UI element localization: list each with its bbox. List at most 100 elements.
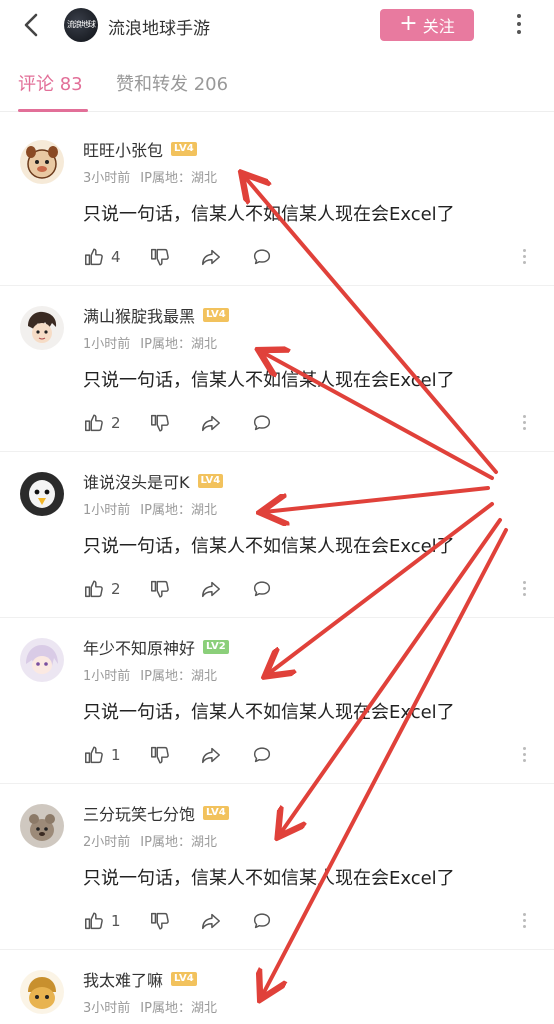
username-text[interactable]: 我太难了嘛 [83,967,163,991]
comment-actions: 1 [83,908,533,934]
dislike-button[interactable] [149,908,171,934]
comment-meta: 1小时前 IP属地：湖北 [83,333,217,352]
username-text[interactable]: 年少不知原神好 [83,635,195,659]
share-icon [202,581,220,598]
comment-meta: 2小时前 IP属地：湖北 [83,831,217,850]
level-badge: LV4 [203,806,229,820]
level-badge: LV4 [197,474,224,488]
ip-location: IP属地：湖北 [140,1001,217,1016]
reply-button[interactable] [251,410,273,436]
follow-button[interactable]: + 关注 [380,9,474,41]
level-badge: LV4 [171,142,197,156]
logo-text: 流浪地球 [67,20,96,29]
reply-button[interactable] [251,908,273,934]
thumb-down-icon [151,580,169,598]
share-icon [202,913,220,930]
reply-button[interactable] [251,742,273,768]
thumb-down-icon [151,912,169,930]
reply-button[interactable] [251,576,273,602]
avatar[interactable] [20,804,64,848]
more-vertical-icon[interactable] [512,11,526,39]
timestamp: 1小时前 [83,503,131,518]
share-icon [202,415,220,432]
comment-text: 只说一句话，信某人不如信某人现在会Excel了 [83,370,455,391]
like-count: 1 [111,912,121,930]
avatar[interactable] [20,472,64,516]
thumb-down-icon [151,746,169,764]
username-text[interactable]: 谁说沒头是可K [83,469,190,493]
dislike-button[interactable] [149,244,171,270]
ip-location: IP属地：湖北 [140,171,217,186]
share-button[interactable] [200,576,222,602]
more-dots-icon[interactable] [521,413,527,433]
avatar[interactable] [20,140,64,184]
share-button[interactable] [200,410,222,436]
comment-meta: 3小时前 IP属地：湖北 [83,167,217,186]
dislike-button[interactable] [149,410,171,436]
timestamp: 3小时前 [83,171,131,186]
ip-location: IP属地：湖北 [140,669,217,684]
more-dots-icon[interactable] [521,911,527,931]
comment-item: 满山猴腚我最黑 LV4 1小时前 IP属地：湖北 只说一句话，信某人不如信某人现在… [0,286,554,452]
more-dots-icon[interactable] [521,745,527,765]
more-dots-icon[interactable] [521,579,527,599]
like-button[interactable]: 2 [83,576,121,602]
avatar[interactable] [20,306,64,350]
avatar[interactable] [20,638,64,682]
thumb-up-icon [85,414,103,432]
username[interactable]: 年少不知原神好 LV2 [83,635,229,659]
tab-comments[interactable]: 评论 83 [18,70,83,96]
username[interactable]: 三分玩笑七分饱 LV4 [83,801,229,825]
timestamp: 2小时前 [83,835,131,850]
level-badge: LV4 [203,308,229,322]
more-dots-icon[interactable] [521,247,527,267]
comment-text: 只说一句话，信某人不如信某人现在会Excel了 [83,204,455,225]
username[interactable]: 我太难了嘛 LV4 [83,967,197,991]
share-icon [202,747,220,764]
username-text[interactable]: 旺旺小张包 [83,137,163,161]
game-logo-avatar[interactable]: 流浪地球 [64,8,98,42]
plus-icon: + [399,11,418,36]
like-button[interactable]: 1 [83,742,121,768]
comment-text: 只说一句话，信某人不如信某人现在会Excel了 [83,702,455,723]
dislike-button[interactable] [149,576,171,602]
comment-item: 旺旺小张包 LV4 3小时前 IP属地：湖北 只说一句话，信某人不如信某人现在会E… [0,120,554,286]
comment-meta: 1小时前 IP属地：湖北 [83,499,217,518]
reply-button[interactable] [251,244,273,270]
page-title[interactable]: 流浪地球手游 [108,14,210,39]
timestamp: 3小时前 [83,1001,131,1016]
like-button[interactable]: 1 [83,908,121,934]
username-text[interactable]: 三分玩笑七分饱 [83,801,195,825]
timestamp: 1小时前 [83,669,131,684]
tab-bar: 评论 83 赞和转发 206 [0,50,554,112]
like-button[interactable]: 2 [83,410,121,436]
dislike-button[interactable] [149,742,171,768]
back-arrow-icon[interactable] [20,12,46,38]
username[interactable]: 满山猴腚我最黑 LV4 [83,303,229,327]
share-button[interactable] [200,244,222,270]
username[interactable]: 旺旺小张包 LV4 [83,137,197,161]
thumb-up-icon [85,580,103,598]
comment-actions: 2 [83,410,533,436]
thumb-down-icon [151,248,169,266]
like-count: 2 [111,580,121,598]
top-bar: 流浪地球 流浪地球手游 + 关注 [0,0,554,50]
like-count: 1 [111,746,121,764]
comment-text: 只说一句话，信某人不如信某人现在会Excel了 [83,868,455,889]
username[interactable]: 谁说沒头是可K LV4 [83,469,224,493]
avatar[interactable] [20,970,64,1014]
comment-actions: 1 [83,742,533,768]
comment-text: 只说一句话，信某人不如信某人现在会Excel了 [83,536,455,557]
like-count: 2 [111,414,121,432]
comment-item: 年少不知原神好 LV2 1小时前 IP属地：湖北 只说一句话，信某人不如信某人现在… [0,618,554,784]
tab-likes-reposts[interactable]: 赞和转发 206 [116,70,228,96]
like-button[interactable]: 4 [83,244,121,270]
reply-icon [253,415,271,431]
share-button[interactable] [200,908,222,934]
reply-icon [253,747,271,763]
share-button[interactable] [200,742,222,768]
comment-actions: 4 [83,244,533,270]
username-text[interactable]: 满山猴腚我最黑 [83,303,195,327]
like-count: 4 [111,248,121,266]
comment-item: 谁说沒头是可K LV4 1小时前 IP属地：湖北 只说一句话，信某人不如信某人现在… [0,452,554,618]
